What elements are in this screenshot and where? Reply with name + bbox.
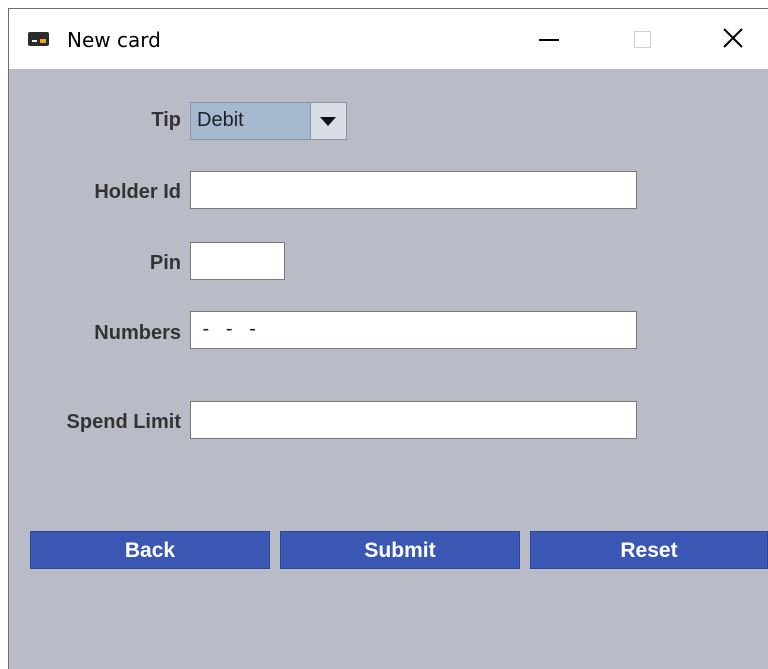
- minimize-icon: [539, 39, 559, 41]
- numbers-label: Numbers: [94, 322, 181, 344]
- title-bar[interactable]: New card: [9, 9, 768, 69]
- close-icon: [723, 28, 743, 48]
- minimize-button[interactable]: [522, 9, 568, 69]
- maximize-button[interactable]: [618, 9, 664, 69]
- tip-combobox[interactable]: Debit: [190, 102, 347, 140]
- reset-button[interactable]: Reset: [530, 531, 768, 569]
- new-card-window: New card Tip Debit Holder Id Pin Numbers…: [8, 8, 768, 669]
- tip-label: Tip: [151, 109, 181, 131]
- holder-id-field[interactable]: [190, 171, 637, 209]
- numbers-field[interactable]: - - -: [190, 311, 637, 349]
- submit-button[interactable]: Submit: [280, 531, 520, 569]
- spend-limit-field[interactable]: [190, 401, 637, 439]
- chevron-down-icon: [320, 117, 336, 126]
- credit-card-icon: [28, 32, 49, 46]
- dropdown-arrow-button[interactable]: [310, 103, 346, 139]
- tip-selected-value: Debit: [197, 109, 244, 131]
- holder-id-label: Holder Id: [94, 181, 181, 203]
- close-button[interactable]: [712, 9, 758, 69]
- spend-limit-label: Spend Limit: [66, 411, 181, 433]
- window-title: New card: [67, 28, 161, 52]
- back-button[interactable]: Back: [30, 531, 270, 569]
- maximize-icon: [634, 31, 651, 48]
- pin-label: Pin: [149, 252, 181, 274]
- pin-field[interactable]: [190, 242, 285, 280]
